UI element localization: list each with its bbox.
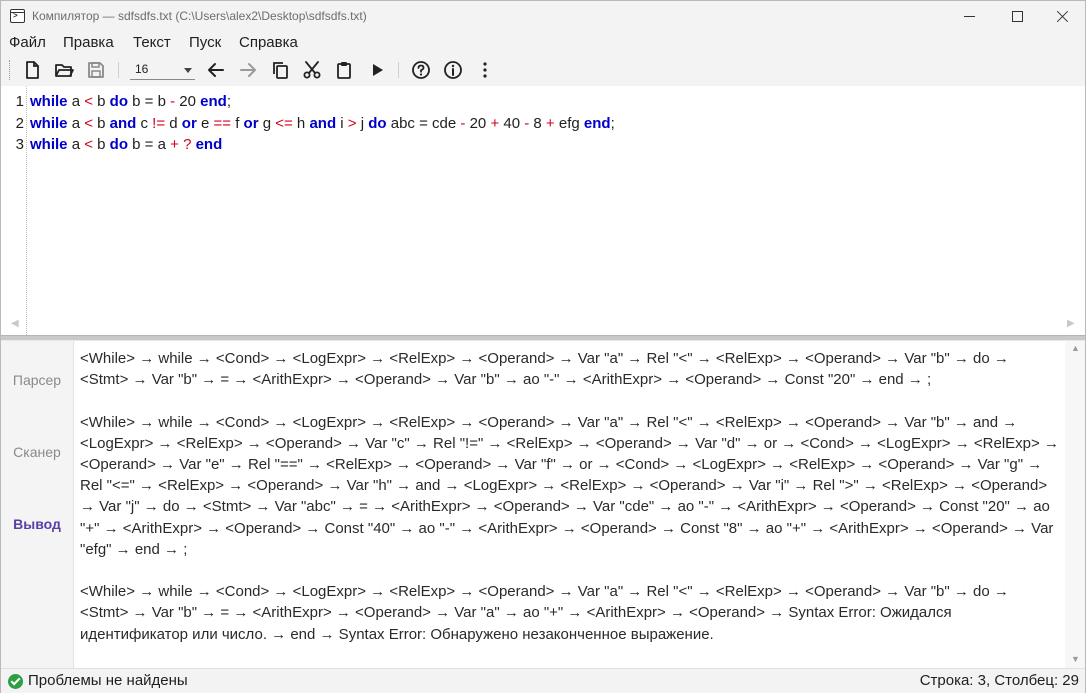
line-number: 2 xyxy=(15,115,24,132)
keyword-token: while xyxy=(30,115,68,132)
undo-button[interactable] xyxy=(204,58,228,82)
undo-arrow-icon xyxy=(208,63,224,77)
operator-token: <= xyxy=(275,115,293,132)
keyword-token: while xyxy=(30,93,68,110)
info-icon xyxy=(444,61,462,79)
operator-token: + xyxy=(170,136,179,153)
toolbar: 16 xyxy=(1,54,1085,86)
operator-token: - xyxy=(460,115,466,132)
more-options-button[interactable] xyxy=(473,58,497,82)
open-folder-icon xyxy=(55,64,74,77)
tab-output[interactable]: Вывод xyxy=(1,516,73,532)
cut-icon xyxy=(303,61,321,79)
terminal-app-icon xyxy=(10,9,25,23)
menu-bar: Файл Правка Текст Пуск Справка xyxy=(1,32,1085,54)
menu-run[interactable]: Пуск xyxy=(189,34,221,51)
redo-button[interactable] xyxy=(236,58,260,82)
results-panel: Парсер Сканер Вывод <While> → while → <C… xyxy=(1,341,1085,668)
menu-edit[interactable]: Правка xyxy=(63,34,114,51)
new-file-button[interactable] xyxy=(20,58,44,82)
open-file-button[interactable] xyxy=(52,58,76,82)
close-button[interactable] xyxy=(1039,1,1085,32)
scroll-down-icon[interactable]: ▼ xyxy=(1071,654,1080,664)
paste-button[interactable] xyxy=(332,58,356,82)
scroll-left-icon[interactable]: ◀ xyxy=(11,318,19,329)
menu-help[interactable]: Справка xyxy=(239,34,298,51)
operator-token: < xyxy=(84,93,93,110)
save-button[interactable] xyxy=(84,58,108,82)
more-icon xyxy=(483,62,487,78)
cursor-position: Строка: 3, Столбец: 29 xyxy=(919,672,1079,689)
copy-icon xyxy=(273,62,288,79)
operator-token: ? xyxy=(183,136,192,153)
save-icon xyxy=(88,62,104,78)
operator-token: - xyxy=(524,115,530,132)
keyword-token: or xyxy=(181,115,197,132)
line-number-gutter: 1 2 3 xyxy=(1,86,27,335)
operator-token: != xyxy=(152,115,166,132)
tab-scanner[interactable]: Сканер xyxy=(1,444,73,460)
keyword-token: and xyxy=(309,115,337,132)
paste-icon xyxy=(337,62,351,79)
output-pane[interactable]: <While> → while → <Cond> → <LogExpr> → <… xyxy=(73,341,1065,668)
line-number: 1 xyxy=(15,93,24,110)
copy-button[interactable] xyxy=(268,58,292,82)
status-bar: Проблемы не найдены Строка: 3, Столбец: … xyxy=(1,668,1085,693)
operator-token: < xyxy=(84,115,93,132)
output-text: <While> → while → <Cond> → <LogExpr> → <… xyxy=(80,350,1059,643)
output-scrollbar[interactable]: ▲ ▼ xyxy=(1065,341,1085,668)
operator-token: > xyxy=(347,115,357,132)
keyword-token: end xyxy=(200,93,227,110)
side-tab-bar: Парсер Сканер Вывод xyxy=(1,341,73,668)
maximize-button[interactable] xyxy=(994,1,1040,32)
run-icon xyxy=(373,64,383,76)
help-button[interactable] xyxy=(409,58,433,82)
app-window: Компилятор — sdfsdfs.txt (C:\Users\alex2… xyxy=(0,0,1086,693)
operator-token: == xyxy=(213,115,232,132)
code-line[interactable]: while a < b and c != d or e == f or g <=… xyxy=(30,115,615,132)
toolbar-separator xyxy=(398,62,399,78)
window-title: Компилятор — sdfsdfs.txt (C:\Users\alex2… xyxy=(32,9,367,23)
keyword-token: do xyxy=(109,93,128,110)
cut-button[interactable] xyxy=(300,58,324,82)
keyword-token: and xyxy=(109,115,137,132)
minimize-icon xyxy=(963,16,975,17)
code-line[interactable]: while a < b do b = a + ? end xyxy=(30,136,222,153)
status-message: Проблемы не найдены xyxy=(28,672,188,689)
check-circle-icon xyxy=(8,674,23,689)
run-button[interactable] xyxy=(365,58,389,82)
toolbar-grip[interactable] xyxy=(9,60,12,80)
keyword-token: end xyxy=(583,115,611,132)
font-size-select[interactable]: 16 xyxy=(130,60,195,80)
scroll-up-icon[interactable]: ▲ xyxy=(1071,343,1080,353)
operator-token: + xyxy=(545,115,555,132)
new-file-icon xyxy=(26,61,39,79)
keyword-token: while xyxy=(30,136,68,153)
code-editor[interactable]: 1 2 3 while a < b do b = b - 20 end; whi… xyxy=(1,86,1085,335)
operator-token: - xyxy=(170,93,176,110)
keyword-token: or xyxy=(243,115,259,132)
operator-token: + xyxy=(490,115,500,132)
info-button[interactable] xyxy=(441,58,465,82)
menu-text[interactable]: Текст xyxy=(133,34,171,51)
line-number: 3 xyxy=(15,136,24,153)
title-bar[interactable]: Компилятор — sdfsdfs.txt (C:\Users\alex2… xyxy=(1,1,1085,32)
keyword-token: do xyxy=(109,136,128,153)
scroll-right-icon[interactable]: ▶ xyxy=(1067,318,1075,329)
redo-arrow-icon xyxy=(240,63,256,77)
keyword-token: do xyxy=(368,115,387,132)
code-line[interactable]: while a < b do b = b - 20 end; xyxy=(30,93,231,110)
chevron-down-icon xyxy=(184,68,192,73)
menu-file[interactable]: Файл xyxy=(9,34,46,51)
operator-token: < xyxy=(84,136,93,153)
keyword-token: end xyxy=(195,136,223,153)
font-size-value: 16 xyxy=(135,62,149,76)
toolbar-separator xyxy=(118,62,119,78)
help-icon xyxy=(412,61,430,79)
close-icon xyxy=(1056,10,1069,23)
minimize-button[interactable] xyxy=(946,1,992,32)
tab-parser[interactable]: Парсер xyxy=(1,372,73,388)
maximize-icon xyxy=(1011,11,1023,22)
